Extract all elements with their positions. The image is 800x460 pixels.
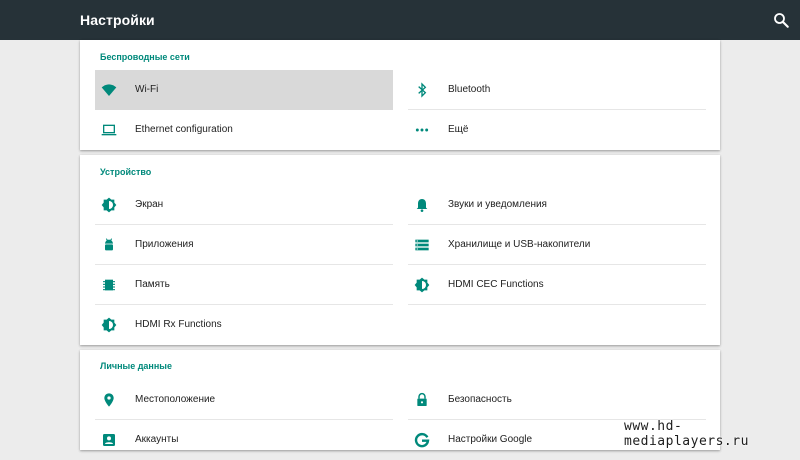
tile-hdmi-rx[interactable]: HDMI Rx Functions xyxy=(95,305,393,345)
account-box-icon xyxy=(101,432,117,448)
tile-label: Настройки Google xyxy=(448,434,533,445)
brightness-icon xyxy=(101,197,117,213)
tile-label: Wi-Fi xyxy=(135,84,159,95)
bluetooth-icon xyxy=(414,82,430,98)
memory-icon xyxy=(101,277,117,293)
tile-accounts[interactable]: Аккаунты xyxy=(95,420,393,460)
android-icon xyxy=(101,237,117,253)
wifi-icon xyxy=(101,82,117,98)
tile-display[interactable]: Экран xyxy=(95,185,393,225)
tile-label: Память xyxy=(135,279,170,290)
wireless-section: Беспроводные сети Wi-Fi Bluetooth Ethern… xyxy=(80,40,720,150)
device-section: Устройство Экран Звуки и уведомления При… xyxy=(80,155,720,345)
tile-ethernet[interactable]: Ethernet configuration xyxy=(95,110,393,150)
google-icon xyxy=(414,432,430,448)
tile-label: HDMI Rx Functions xyxy=(135,319,222,330)
tile-label: Bluetooth xyxy=(448,84,491,95)
tile-memory[interactable]: Память xyxy=(95,265,393,305)
tile-label: Экран xyxy=(135,199,164,210)
section-title-personal: Личные данные xyxy=(100,361,172,371)
page-title: Настройки xyxy=(80,12,155,28)
tile-location[interactable]: Местоположение xyxy=(95,380,393,420)
app-bar: Настройки xyxy=(0,0,800,40)
tile-wifi[interactable]: Wi-Fi xyxy=(95,70,393,110)
section-title-device: Устройство xyxy=(100,167,152,177)
search-icon[interactable] xyxy=(772,11,790,29)
tile-label: Ещё xyxy=(448,124,469,135)
watermark: www.hd-mediaplayers.ru xyxy=(624,419,749,449)
tile-more[interactable]: Ещё xyxy=(408,110,706,150)
more-dots-icon xyxy=(414,122,430,138)
tile-label: Местоположение xyxy=(135,394,216,405)
tile-label: HDMI CEC Functions xyxy=(448,279,544,290)
tile-label: Ethernet configuration xyxy=(135,124,233,135)
bell-icon xyxy=(414,197,430,213)
tile-label: Безопасность xyxy=(448,394,512,405)
brightness-icon xyxy=(414,277,430,293)
tile-label: Приложения xyxy=(135,239,194,250)
tile-label: Аккаунты xyxy=(135,434,179,445)
tile-sound[interactable]: Звуки и уведомления xyxy=(408,185,706,225)
section-title-wireless: Беспроводные сети xyxy=(100,52,190,62)
brightness-icon xyxy=(101,317,117,333)
location-pin-icon xyxy=(101,392,117,408)
tile-storage[interactable]: Хранилище и USB-накопители xyxy=(408,225,706,265)
tile-hdmi-cec[interactable]: HDMI CEC Functions xyxy=(408,265,706,305)
tile-label: Хранилище и USB-накопители xyxy=(448,239,591,250)
laptop-icon xyxy=(101,122,117,138)
tile-apps[interactable]: Приложения xyxy=(95,225,393,265)
storage-icon xyxy=(414,237,430,253)
lock-icon xyxy=(414,392,430,408)
tile-bluetooth[interactable]: Bluetooth xyxy=(408,70,706,110)
tile-label: Звуки и уведомления xyxy=(448,199,547,210)
tile-security[interactable]: Безопасность xyxy=(408,380,706,420)
